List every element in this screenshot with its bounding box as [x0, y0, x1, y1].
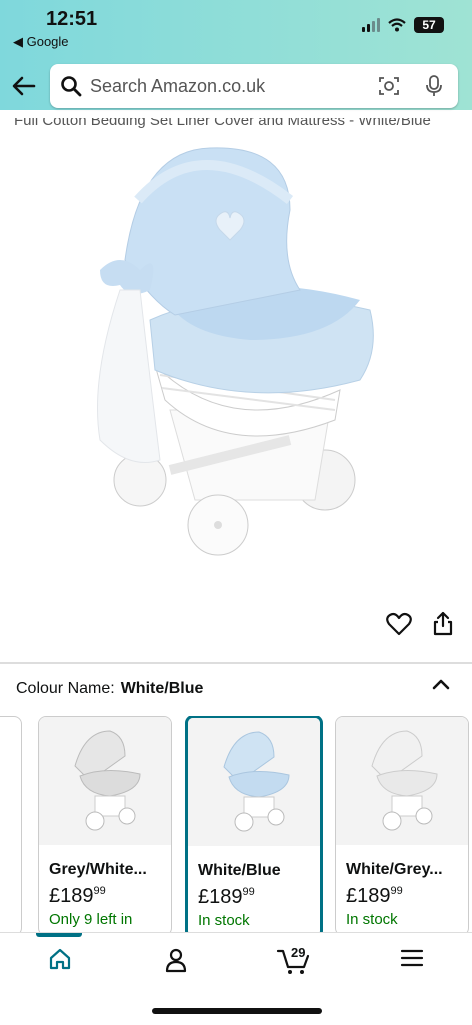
system-icons: 57	[362, 17, 444, 33]
search-input[interactable]: Search Amazon.co.uk	[90, 76, 265, 97]
active-tab-indicator	[36, 933, 82, 937]
variant-stock-status: In stock	[346, 911, 398, 928]
variant-basket-thumbnail	[371, 730, 438, 831]
variant-stock-status: In stock	[198, 912, 250, 929]
home-icon[interactable]	[48, 947, 72, 971]
cellular-signal-icon	[362, 18, 380, 32]
status-bar: 12:51 ◀ Google 57	[0, 0, 472, 62]
variant-card-partial[interactable]	[0, 716, 22, 934]
battery-icon: 57	[414, 17, 444, 33]
colour-name-value: White/Blue	[120, 680, 204, 697]
camera-search-icon[interactable]	[378, 75, 400, 97]
microphone-icon[interactable]	[424, 74, 444, 98]
variant-name: White/Grey...	[346, 861, 443, 878]
home-indicator[interactable]	[152, 1008, 322, 1014]
product-image[interactable]	[80, 140, 390, 580]
variant-stock-status: Only 9 left in	[49, 911, 133, 928]
share-icon[interactable]	[432, 610, 454, 636]
wishlist-heart-icon[interactable]	[386, 612, 412, 636]
search-icon	[61, 76, 82, 97]
variant-card[interactable]: White/Grey... £18999 In stock	[335, 716, 469, 934]
colour-name-label: Colour Name:	[16, 680, 115, 697]
section-divider	[0, 662, 472, 664]
variant-price: £18999	[198, 886, 255, 908]
variant-basket-thumbnail	[74, 730, 141, 831]
search-bar[interactable]: Search Amazon.co.uk	[50, 64, 458, 108]
variant-price: £18999	[346, 885, 403, 907]
chevron-up-icon[interactable]	[430, 676, 452, 692]
back-to-app-link[interactable]: ◀ Google	[13, 34, 69, 50]
variant-card-selected[interactable]: White/Blue £18999 In stock	[185, 716, 323, 934]
account-icon[interactable]	[164, 947, 188, 973]
variant-basket-thumbnail	[223, 731, 290, 832]
menu-icon[interactable]	[400, 947, 424, 969]
cart-count-badge: 29	[291, 945, 306, 960]
app-header: Search Amazon.co.uk	[0, 62, 472, 110]
colour-selector-header: Colour Name: White/Blue	[16, 680, 203, 698]
variant-name: Grey/White...	[49, 861, 147, 878]
variant-image	[39, 717, 171, 845]
colour-variant-carousel[interactable]: Grey/White... £18999 Only 9 left in Whit…	[0, 716, 472, 934]
variant-image	[188, 718, 320, 846]
status-time: 12:51	[46, 8, 98, 30]
variant-price: £18999	[49, 885, 106, 907]
variant-card[interactable]: Grey/White... £18999 Only 9 left in	[38, 716, 172, 934]
product-title: Full Cotton Bedding Set Liner Cover and …	[14, 112, 431, 129]
back-arrow-icon[interactable]	[10, 72, 38, 100]
variant-name: White/Blue	[198, 862, 281, 879]
wifi-icon	[388, 18, 406, 32]
variant-image	[336, 717, 468, 845]
